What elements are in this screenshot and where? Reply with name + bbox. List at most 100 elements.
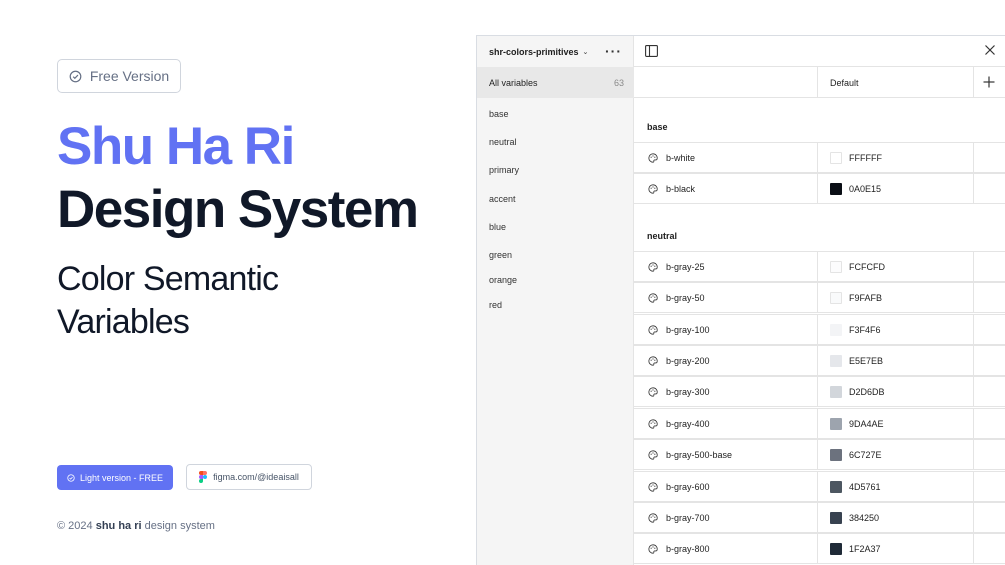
- variable-name-cell[interactable]: b-gray-100: [634, 315, 817, 345]
- variable-value-cell[interactable]: 9DA4AE: [817, 408, 974, 439]
- variable-value-cell[interactable]: FFFFFF: [817, 143, 974, 173]
- variable-name: b-gray-50: [666, 293, 705, 304]
- variable-value-cell[interactable]: 1F2A37: [817, 534, 974, 565]
- variable-row[interactable]: b-white FFFFFF: [634, 142, 1005, 173]
- footer-suffix: design system: [141, 520, 215, 532]
- variable-value-cell[interactable]: D2D6DB: [817, 377, 974, 408]
- variable-name-cell[interactable]: b-gray-200: [634, 346, 817, 376]
- color-swatch[interactable]: [830, 355, 842, 367]
- variable-row[interactable]: b-gray-50 F9FAFB: [634, 282, 1005, 314]
- variable-name: b-gray-400: [666, 418, 710, 429]
- free-version-badge: Free Version: [57, 59, 181, 93]
- variable-hex: 4D5761: [849, 481, 881, 492]
- color-swatch[interactable]: [830, 292, 842, 305]
- color-swatch[interactable]: [830, 323, 842, 336]
- light-version-label: Light version - FREE: [79, 472, 164, 483]
- palette-icon: [648, 356, 658, 366]
- variable-value-cell[interactable]: 4D5761: [817, 471, 974, 502]
- variable-name-cell[interactable]: b-gray-400: [634, 409, 817, 439]
- variable-name: b-gray-100: [666, 324, 710, 335]
- color-swatch[interactable]: [830, 449, 842, 462]
- color-swatch[interactable]: [830, 183, 842, 196]
- variable-name: b-gray-600: [666, 481, 710, 492]
- palette-icon: [648, 482, 658, 492]
- variable-name: b-gray-25: [666, 261, 705, 272]
- variable-name: b-black: [666, 184, 696, 195]
- variable-name-cell[interactable]: b-gray-25: [634, 252, 817, 282]
- color-swatch[interactable]: [830, 152, 842, 164]
- variable-name-cell[interactable]: b-gray-600: [634, 472, 817, 502]
- sidebar-item-blue[interactable]: blue: [489, 222, 506, 232]
- free-version-label: Free Version: [89, 68, 170, 84]
- variable-name: b-gray-500-base: [666, 450, 733, 461]
- variable-hex: FCFCFD: [849, 261, 885, 272]
- color-swatch[interactable]: [830, 260, 842, 273]
- variable-name-cell[interactable]: b-gray-50: [634, 283, 817, 313]
- variable-name: b-white: [666, 153, 696, 163]
- variable-name-cell[interactable]: b-gray-300: [634, 377, 817, 407]
- chevron-down-icon: ⌄: [582, 48, 589, 56]
- variable-hex: 384250: [849, 513, 880, 523]
- color-swatch[interactable]: [830, 417, 842, 430]
- variable-row[interactable]: b-gray-700 384250: [634, 502, 1005, 533]
- sidebar-item-green[interactable]: green: [489, 250, 512, 260]
- variable-name-cell[interactable]: b-white: [634, 143, 817, 173]
- figma-link-button[interactable]: figma.com/@ideaisall: [186, 464, 312, 490]
- sidebar-item-orange[interactable]: orange: [489, 275, 517, 285]
- variable-row[interactable]: b-gray-600 4D5761: [634, 470, 1005, 502]
- color-swatch[interactable]: [830, 386, 842, 399]
- sidebar-item-primary[interactable]: primary: [489, 165, 519, 175]
- variable-name-cell[interactable]: b-gray-800: [634, 534, 817, 564]
- close-icon[interactable]: [984, 44, 996, 56]
- variable-row[interactable]: b-black 0A0E15: [634, 173, 1005, 205]
- variable-row[interactable]: b-gray-300 D2D6DB: [634, 376, 1005, 408]
- variable-hex: FFFFFF: [849, 153, 882, 163]
- palette-icon: [648, 419, 658, 429]
- variable-value-cell[interactable]: FCFCFD: [817, 251, 974, 282]
- variable-name: b-gray-300: [666, 387, 710, 398]
- variable-name-cell[interactable]: b-gray-500-base: [634, 440, 817, 470]
- mode-column-header[interactable]: Default: [817, 67, 974, 98]
- sidebar-item-neutral[interactable]: neutral: [489, 137, 517, 147]
- variable-row[interactable]: b-gray-25 FCFCFD: [634, 250, 1005, 282]
- variable-hex: F3F4F6: [849, 324, 881, 335]
- variable-name-cell[interactable]: b-gray-700: [634, 503, 817, 533]
- add-mode-icon[interactable]: [983, 76, 995, 88]
- variable-value-cell[interactable]: F3F4F6: [817, 314, 974, 345]
- hero-title-brand: Shu Ha Ri: [57, 117, 295, 176]
- variable-value-cell[interactable]: F9FAFB: [817, 283, 974, 314]
- palette-icon: [648, 544, 658, 554]
- check-circle-icon: [69, 70, 82, 82]
- figma-link-label: figma.com/@ideaisall: [213, 472, 299, 482]
- variable-hex: E5E7EB: [849, 356, 884, 366]
- variable-row[interactable]: b-gray-500-base 6C727E: [634, 439, 1005, 471]
- more-options-icon[interactable]: ···: [605, 44, 622, 58]
- variable-name: b-gray-800: [666, 544, 710, 555]
- hero-title-product: Design System: [57, 180, 419, 239]
- variable-value-cell[interactable]: E5E7EB: [817, 346, 974, 376]
- sidebar-item-all-variables[interactable]: All variables 63: [477, 67, 634, 98]
- color-swatch[interactable]: [830, 512, 842, 524]
- light-version-button[interactable]: Light version - FREE: [57, 465, 173, 490]
- figma-logo-icon: [199, 471, 208, 483]
- variable-hex: 9DA4AE: [849, 418, 884, 429]
- collection-name: shr-colors-primitives: [489, 46, 579, 57]
- variable-row[interactable]: b-gray-400 9DA4AE: [634, 407, 1005, 439]
- footer-brand: shu ha ri: [95, 520, 142, 532]
- variable-value-cell[interactable]: 384250: [817, 503, 974, 533]
- sidebar-item-red[interactable]: red: [489, 300, 502, 310]
- sidebar-item-base[interactable]: base: [489, 109, 509, 119]
- variable-row[interactable]: b-gray-800 1F2A37: [634, 533, 1005, 565]
- sidebar-toggle-icon[interactable]: [645, 45, 658, 57]
- footer-prefix: © 2024: [57, 520, 96, 532]
- variable-hex: 0A0E15: [849, 184, 882, 195]
- all-variables-label: All variables: [489, 77, 538, 88]
- color-swatch[interactable]: [830, 480, 842, 493]
- color-swatch[interactable]: [830, 543, 842, 556]
- variable-value-cell[interactable]: 0A0E15: [817, 174, 974, 205]
- variable-row[interactable]: b-gray-200 E5E7EB: [634, 345, 1005, 376]
- variable-value-cell[interactable]: 6C727E: [817, 440, 974, 471]
- variable-row[interactable]: b-gray-100 F3F4F6: [634, 313, 1005, 345]
- variable-name-cell[interactable]: b-black: [634, 174, 817, 204]
- sidebar-item-accent[interactable]: accent: [489, 194, 516, 204]
